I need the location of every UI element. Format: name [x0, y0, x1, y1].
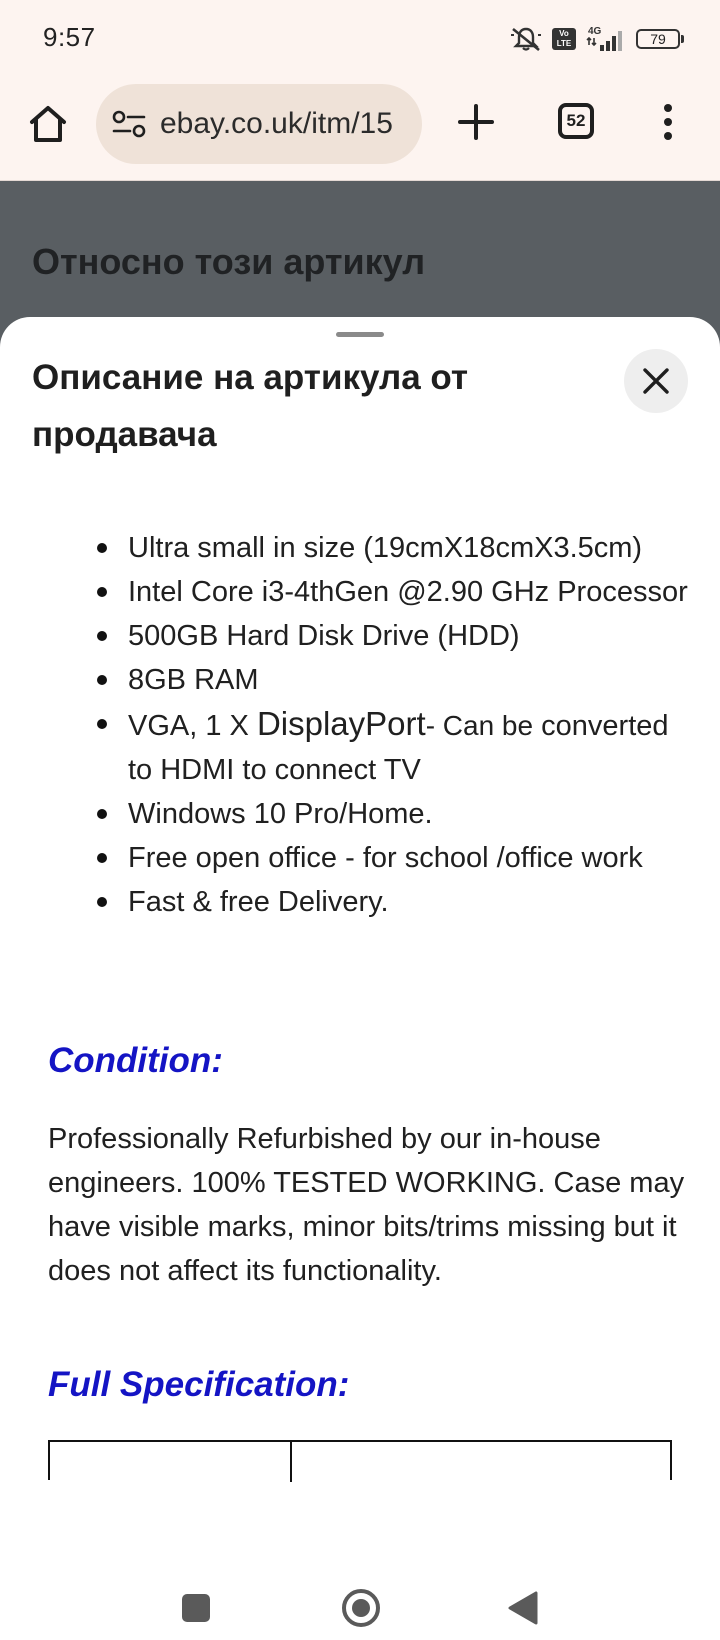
close-icon [643, 368, 669, 394]
list-item: Intel Core i3-4thGen @2.90 GHz Processor [88, 570, 688, 614]
home-circle-icon[interactable] [340, 1587, 382, 1629]
url-bar[interactable]: ebay.co.uk/itm/15 [96, 84, 422, 164]
list-item: VGA, 1 X DisplayPort- Can be converted t… [88, 702, 688, 792]
back-icon[interactable] [506, 1590, 540, 1626]
network-label: 4G [588, 26, 602, 37]
displayport-text: DisplayPort [256, 705, 426, 742]
browser-toolbar: ebay.co.uk/itm/15 52 [0, 78, 720, 181]
url-text[interactable]: ebay.co.uk/itm/15 [160, 107, 393, 141]
more-vert-icon[interactable] [656, 102, 680, 142]
list-item: 500GB Hard Disk Drive (HDD) [88, 614, 688, 658]
list-item: Fast & free Delivery. [88, 880, 688, 924]
status-icons: Vo LTE 4G 79 [510, 24, 684, 54]
table-divider [290, 1442, 292, 1482]
list-item: Windows 10 Pro/Home. [88, 792, 688, 836]
full-specification-heading: Full Specification: [48, 1365, 350, 1404]
drag-handle[interactable] [336, 332, 384, 337]
spec-table [48, 1440, 672, 1482]
volte-icon: Vo LTE [552, 28, 576, 50]
tab-switcher-icon[interactable]: 52 [558, 103, 594, 139]
list-item-text: VGA, 1 X [128, 710, 257, 742]
site-info-icon[interactable] [112, 109, 146, 139]
mute-icon [511, 27, 541, 52]
sheet-title: Описание на артикула от продавача [32, 358, 469, 454]
signal-icon: 4G [586, 26, 622, 51]
recents-icon[interactable] [182, 1594, 210, 1622]
battery-icon: 79 [636, 29, 684, 49]
close-button[interactable] [624, 349, 688, 413]
plus-icon[interactable] [452, 98, 500, 146]
list-item-text: - Can be [425, 710, 534, 741]
list-item: Ultra small in size (19cmX18cmX3.5cm) [88, 526, 688, 570]
feature-list: Ultra small in size (19cmX18cmX3.5cm) In… [88, 526, 688, 924]
status-time: 9:57 [43, 22, 96, 52]
description-sheet: Описание на артикула от продавача Ultra … [0, 317, 720, 1640]
home-icon[interactable] [24, 100, 72, 148]
status-bar: 9:57 Vo LTE 4G 79 [0, 0, 720, 78]
condition-text: Professionally Refurbished by our in-hou… [48, 1123, 685, 1287]
condition-heading: Condition: [48, 1041, 223, 1080]
about-item-heading: Относно този артикул [32, 241, 426, 282]
list-item: 8GB RAM [88, 658, 688, 702]
list-item: Free open office - for school /office wo… [88, 836, 688, 880]
system-nav-bar [0, 1512, 720, 1640]
